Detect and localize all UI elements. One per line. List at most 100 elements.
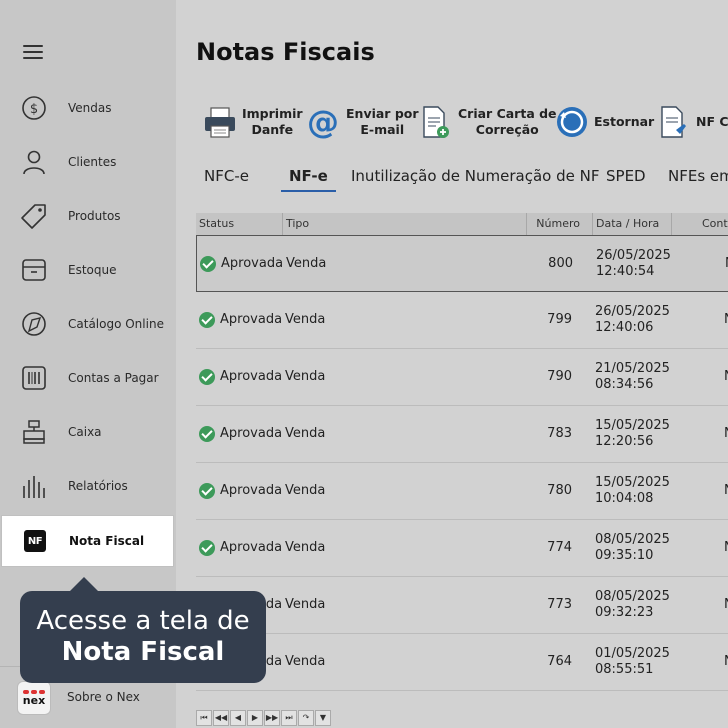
table-row[interactable]: AprovadaVenda 799 26/05/202512:40:06 N (196, 292, 728, 349)
table-row[interactable]: AprovadaVenda80026/05/202512:40:54N (196, 235, 728, 292)
sidebar-item-label: Caixa (68, 425, 102, 439)
cell-cont: N (724, 312, 728, 327)
pager-button-3[interactable]: ▶ (247, 710, 263, 726)
undo-circle-icon (557, 107, 587, 137)
pager-button-5[interactable]: ⏭ (281, 710, 297, 726)
cell-cont: N (724, 654, 728, 669)
cell-numero: 774 (547, 540, 572, 555)
criar-carta-correcao-button[interactable]: Criar Carta de Correção (418, 100, 557, 144)
tab-nf-e[interactable]: NF-e (281, 160, 336, 192)
cell-tipo: Venda (285, 483, 326, 498)
sidebar-item-contas-pagar[interactable]: Contas a Pagar (0, 352, 176, 404)
printer-icon (205, 107, 235, 138)
cell-data-hora: 08/05/2025 09:35:10 (595, 532, 670, 563)
cell-status: Aprovada (220, 369, 283, 384)
tooltip-line-1: Acesse a tela de (36, 606, 250, 636)
table-row[interactable]: AprovadaVenda 783 15/05/202512:20:56 N (196, 406, 728, 463)
document-pin-icon (661, 106, 686, 138)
column-header-cont[interactable]: Cont (672, 213, 728, 235)
pager-button-7[interactable]: ▼ (315, 710, 331, 726)
sidebar-item-label: Sobre o Nex (67, 690, 140, 704)
sidebar-item-produtos[interactable]: Produtos (0, 190, 176, 242)
sidebar-item-catalogo[interactable]: Catálogo Online (0, 298, 176, 350)
sidebar-item-label: Nota Fiscal (69, 534, 145, 548)
cell-status: Aprovada (221, 256, 284, 271)
table-row[interactable]: AprovadaVenda 774 08/05/202509:35:10 N (196, 520, 728, 577)
sidebar-item-sobre[interactable]: nex Sobre o Nex (0, 678, 176, 718)
approved-check-icon (200, 256, 216, 272)
sidebar-item-label: Contas a Pagar (68, 371, 159, 385)
table-row[interactable]: AprovadaVenda77308/05/202509:32:23N (196, 577, 728, 634)
nf-complementar-button[interactable]: NF Co (656, 100, 728, 144)
sidebar-item-clientes[interactable]: Clientes (0, 136, 176, 188)
barcode-icon (22, 366, 46, 390)
approved-check-icon (199, 369, 215, 385)
sidebar-item-label: Clientes (68, 155, 117, 169)
cell-status: Aprovada (220, 426, 283, 441)
sidebar-item-label: Catálogo Online (68, 317, 164, 331)
sidebar-item-vendas[interactable]: $ Vendas (0, 82, 176, 134)
column-header-tipo[interactable]: Tipo (283, 213, 527, 235)
cell-tipo: Venda (286, 256, 327, 271)
cell-numero: 790 (547, 369, 572, 384)
cell-numero: 783 (547, 426, 572, 441)
cell-cont: N (724, 483, 728, 498)
sidebar-item-caixa[interactable]: Caixa (0, 406, 176, 458)
page-title: Notas Fiscais (196, 38, 375, 66)
estornar-button[interactable]: Estornar (554, 100, 654, 144)
sidebar-item-nota-fiscal[interactable]: NF Nota Fiscal (1, 515, 174, 567)
cell-cont: N (724, 369, 728, 384)
cell-cont: N (724, 426, 728, 441)
tab-inutilizacao[interactable]: Inutilização de Numeração de NF (351, 160, 599, 192)
sidebar-item-label: Estoque (68, 263, 117, 277)
pager-button-2[interactable]: ◀ (230, 710, 246, 726)
tab-sped[interactable]: SPED (606, 160, 646, 192)
cell-tipo: Venda (285, 312, 326, 327)
cell-numero: 773 (547, 597, 572, 612)
cell-data-hora: 15/05/2025 12:20:56 (595, 418, 670, 449)
column-header-numero[interactable]: Número (527, 213, 593, 235)
column-header-data-hora[interactable]: Data / Hora (593, 213, 672, 235)
cell-data-hora: 08/05/2025 09:32:23 (595, 589, 670, 620)
enviar-email-button[interactable]: @ Enviar por E-mail (306, 100, 419, 144)
at-sign-icon: @ (307, 104, 339, 140)
pager-button-4[interactable]: ▶▶ (264, 710, 280, 726)
cell-tipo: Venda (285, 540, 326, 555)
hamburger-menu-icon[interactable] (23, 45, 43, 61)
cell-tipo: Venda (285, 654, 326, 669)
nex-logo-icon: nex (17, 681, 51, 715)
cell-status: Aprovada (220, 312, 283, 327)
tab-nfc-e[interactable]: NFC-e (204, 160, 249, 192)
cash-register-icon (23, 420, 45, 444)
table-row[interactable]: AprovadaVenda76401/05/202508:55:51N (196, 634, 728, 691)
cell-data-hora: 15/05/2025 10:04:08 (595, 475, 670, 506)
cell-data-hora: 26/05/2025 12:40:54 (596, 248, 671, 279)
approved-check-icon (199, 426, 215, 442)
svg-text:@: @ (307, 104, 339, 140)
table-row[interactable]: AprovadaVenda 780 15/05/202510:04:08 N (196, 463, 728, 520)
catalog-icon (22, 312, 46, 336)
table-pager: ⏮ ◀◀ ◀ ▶ ▶▶ ⏭ ↷ ▼ (196, 710, 331, 726)
sidebar-item-relatorios[interactable]: Relatórios (0, 460, 176, 512)
table-row[interactable]: AprovadaVenda 790 21/05/202508:34:56 N (196, 349, 728, 406)
box-icon (22, 259, 46, 281)
approved-check-icon (199, 312, 215, 328)
dollar-circle-icon: $ (22, 96, 46, 120)
sidebar-item-label: Vendas (68, 101, 112, 115)
cell-numero: 800 (548, 256, 573, 271)
pager-button-1[interactable]: ◀◀ (213, 710, 229, 726)
tab-nfes-em[interactable]: NFEs em (668, 160, 728, 192)
bar-chart-icon (23, 476, 45, 498)
document-add-icon (423, 106, 449, 138)
table-header: Status Tipo Número Data / Hora Cont (196, 213, 728, 235)
sidebar-item-label: Relatórios (68, 479, 128, 493)
imprimir-danfe-button[interactable]: Imprimir Danfe (202, 100, 303, 144)
tooltip-line-2: Nota Fiscal (61, 637, 225, 667)
toolbar: Imprimir Danfe @ Enviar por E-mail Criar… (196, 100, 728, 144)
sidebar-item-estoque[interactable]: Estoque (0, 244, 176, 296)
cell-cont: N (724, 597, 728, 612)
tag-icon (21, 204, 46, 229)
column-header-status[interactable]: Status (196, 213, 283, 235)
pager-button-0[interactable]: ⏮ (196, 710, 212, 726)
pager-button-6[interactable]: ↷ (298, 710, 314, 726)
